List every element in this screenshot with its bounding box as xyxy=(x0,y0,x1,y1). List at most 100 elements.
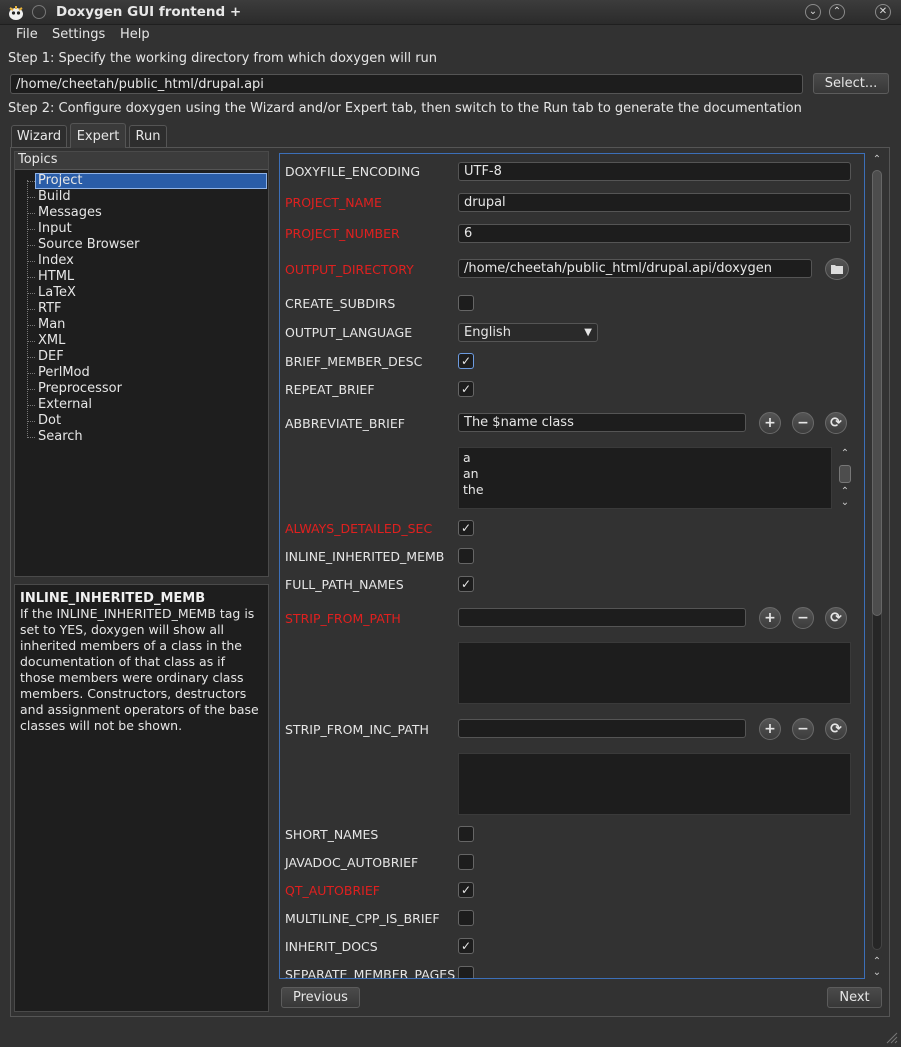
list-scroll-up-icon[interactable]: ⌃ xyxy=(839,487,851,497)
topic-item-def[interactable]: DEF xyxy=(38,349,64,365)
javadoc-autobrief-label: JAVADOC_AUTOBRIEF xyxy=(285,855,419,870)
brief-member-desc-checkbox[interactable]: ✓ xyxy=(458,353,474,369)
topic-item-html[interactable]: HTML xyxy=(38,269,74,285)
output-language-select[interactable]: English ▼ xyxy=(458,323,598,342)
always-detailed-sec-checkbox[interactable]: ✓ xyxy=(458,520,474,536)
topic-item-index[interactable]: Index xyxy=(38,253,74,269)
topic-item-perlmod[interactable]: PerlMod xyxy=(38,365,90,381)
help-line: documentation of that class as if xyxy=(20,654,226,669)
qt-autobrief-checkbox[interactable]: ✓ xyxy=(458,882,474,898)
abbreviate-brief-remove-button[interactable]: − xyxy=(792,412,814,434)
tab-expert[interactable]: Expert xyxy=(70,123,126,148)
strip-from-inc-path-input[interactable] xyxy=(458,719,746,738)
scroll-down-icon[interactable]: ⌄ xyxy=(871,968,883,978)
topic-item-input[interactable]: Input xyxy=(38,221,72,237)
step2-label: Step 2: Configure doxygen using the Wiza… xyxy=(8,101,802,116)
full-path-names-checkbox[interactable]: ✓ xyxy=(458,576,474,592)
topics-header: Topics xyxy=(15,152,268,170)
topic-item-project[interactable]: Project xyxy=(35,173,267,189)
strip-from-path-label: STRIP_FROM_PATH xyxy=(285,611,401,626)
doxyfile-encoding-label: DOXYFILE_ENCODING xyxy=(285,164,421,179)
check-icon: ✓ xyxy=(460,521,472,535)
doxyfile-encoding-input[interactable]: UTF-8 xyxy=(458,162,851,181)
tree-branch-line xyxy=(27,325,35,326)
javadoc-autobrief-checkbox[interactable] xyxy=(458,854,474,870)
scroll-up-icon[interactable]: ⌃ xyxy=(871,155,883,165)
project-name-input[interactable]: drupal xyxy=(458,193,851,212)
topic-item-latex[interactable]: LaTeX xyxy=(38,285,76,301)
create-subdirs-checkbox[interactable] xyxy=(458,295,474,311)
multiline-cpp-is-brief-checkbox[interactable] xyxy=(458,910,474,926)
minimize-icon[interactable]: ⌄ xyxy=(805,4,821,20)
tab-run[interactable]: Run xyxy=(129,125,167,147)
strip-from-inc-path-add-button[interactable]: + xyxy=(759,718,781,740)
strip-from-inc-path-reset-button[interactable]: ⟳ xyxy=(825,718,847,740)
list-scroll-down-icon[interactable]: ⌄ xyxy=(839,498,851,508)
tree-branch-line xyxy=(27,309,35,310)
separate-member-pages-label: SEPARATE_MEMBER_PAGES xyxy=(285,967,456,978)
resize-grip-icon[interactable] xyxy=(884,1030,898,1044)
topic-item-xml[interactable]: XML xyxy=(38,333,65,349)
list-item[interactable]: a xyxy=(463,450,827,466)
menu-help[interactable]: Help xyxy=(120,27,150,45)
chevron-down-icon: ▼ xyxy=(584,327,592,338)
output-directory-input[interactable]: /home/cheetah/public_html/drupal.api/dox… xyxy=(458,259,812,278)
abbreviate-brief-add-button[interactable]: + xyxy=(759,412,781,434)
project-name-label: PROJECT_NAME xyxy=(285,195,382,210)
topic-item-messages[interactable]: Messages xyxy=(38,205,102,221)
strip-from-inc-path-remove-button[interactable]: − xyxy=(792,718,814,740)
separate-member-pages-checkbox[interactable] xyxy=(458,966,474,978)
list-scroll-up-icon[interactable]: ⌃ xyxy=(839,449,851,459)
always-detailed-sec-label: ALWAYS_DETAILED_SEC xyxy=(285,521,433,536)
topic-item-source-browser[interactable]: Source Browser xyxy=(38,237,139,253)
tree-branch-line xyxy=(27,277,35,278)
list-item[interactable]: an xyxy=(463,466,827,482)
strip-from-path-remove-button[interactable]: − xyxy=(792,607,814,629)
abbreviate-brief-reset-button[interactable]: ⟳ xyxy=(825,412,847,434)
menu-settings[interactable]: Settings xyxy=(52,27,105,45)
topic-item-preprocessor[interactable]: Preprocessor xyxy=(38,381,122,397)
inherit-docs-checkbox[interactable]: ✓ xyxy=(458,938,474,954)
previous-button[interactable]: Previous xyxy=(281,987,360,1008)
topic-item-build[interactable]: Build xyxy=(38,189,71,205)
project-number-input[interactable]: 6 xyxy=(458,224,851,243)
repeat-brief-checkbox[interactable]: ✓ xyxy=(458,381,474,397)
topic-item-dot[interactable]: Dot xyxy=(38,413,61,429)
strip-from-inc-path-list[interactable] xyxy=(458,753,851,815)
strip-from-path-input[interactable] xyxy=(458,608,746,627)
menu-file[interactable]: File xyxy=(16,27,38,45)
refresh-icon: ⟳ xyxy=(830,610,842,626)
select-directory-button[interactable]: Select... xyxy=(813,73,889,94)
tree-branch-line xyxy=(27,389,35,390)
working-directory-input[interactable]: /home/cheetah/public_html/drupal.api xyxy=(10,74,803,94)
maximize-icon[interactable]: ⌃ xyxy=(829,4,845,20)
tab-wizard[interactable]: Wizard xyxy=(11,125,67,147)
strip-from-path-list[interactable] xyxy=(458,642,851,704)
short-names-checkbox[interactable] xyxy=(458,826,474,842)
strip-from-inc-path-label: STRIP_FROM_INC_PATH xyxy=(285,722,429,737)
list-item[interactable]: the xyxy=(463,482,827,498)
close-icon[interactable]: ✕ xyxy=(875,4,891,20)
minus-icon: − xyxy=(797,721,809,737)
strip-from-path-add-button[interactable]: + xyxy=(759,607,781,629)
window-menu-icon[interactable] xyxy=(32,5,46,19)
inherit-docs-label: INHERIT_DOCS xyxy=(285,939,378,954)
abbreviate-brief-input[interactable]: The $name class xyxy=(458,413,746,432)
tree-branch-line xyxy=(27,373,35,374)
help-line: members. Constructors, destructors xyxy=(20,686,247,701)
inline-inherited-memb-checkbox[interactable] xyxy=(458,548,474,564)
topic-item-external[interactable]: External xyxy=(38,397,92,413)
folder-browse-icon[interactable] xyxy=(825,258,849,280)
strip-from-path-reset-button[interactable]: ⟳ xyxy=(825,607,847,629)
scroll-up-icon[interactable]: ⌃ xyxy=(871,957,883,967)
abbreviate-brief-list[interactable]: a an the xyxy=(458,447,832,509)
tree-branch-line xyxy=(27,437,35,438)
scrollbar-thumb[interactable] xyxy=(872,170,882,616)
check-icon: ✓ xyxy=(460,939,472,953)
topic-item-search[interactable]: Search xyxy=(38,429,83,445)
list-scroll-thumb[interactable] xyxy=(839,465,851,483)
topic-item-man[interactable]: Man xyxy=(38,317,65,333)
tree-branch-line xyxy=(27,405,35,406)
next-button[interactable]: Next xyxy=(827,987,882,1008)
topic-item-rtf[interactable]: RTF xyxy=(38,301,62,317)
